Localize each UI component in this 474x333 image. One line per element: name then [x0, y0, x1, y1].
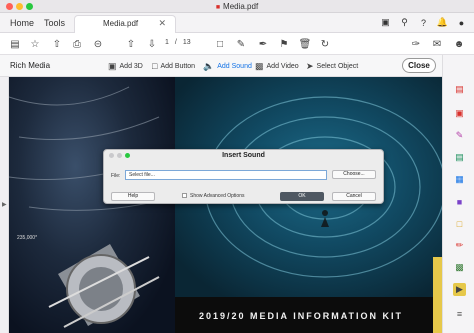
export-pdf-icon[interactable]: ▤	[453, 151, 466, 164]
cancel-button[interactable]: Cancel	[332, 192, 376, 201]
add-video-button[interactable]: ▩ Add Video	[255, 61, 299, 72]
expand-left-icon: ▶	[2, 202, 7, 208]
left-panel-toggle[interactable]: ▶	[0, 77, 9, 333]
dialog-title: Insert Sound	[222, 152, 265, 159]
help-button[interactable]: Help	[111, 192, 155, 201]
kit-banner: 2019/20 MEDIA INFORMATION KIT	[175, 297, 442, 333]
button-icon: □	[152, 61, 158, 71]
top-right-icons: ▣ ⚲ ? 🔔 ●	[379, 16, 468, 29]
kit-title: 2019/20 MEDIA INFORMATION KIT	[199, 311, 404, 321]
page-separator: /	[174, 39, 177, 46]
delete-icon[interactable]: 🗑	[298, 37, 312, 51]
add-sound-button[interactable]: 🔈 Add Sound	[203, 61, 252, 72]
tab-tools[interactable]: Tools	[44, 18, 65, 28]
highlight-icon[interactable]: ✎	[234, 37, 248, 51]
speaker-icon: 🔈	[203, 61, 215, 71]
cursor-icon: ➤	[306, 61, 314, 71]
tab-document-label: Media.pdf	[103, 19, 139, 28]
rich-media-tool-icon[interactable]: ▶	[453, 283, 466, 296]
fill-sign-icon[interactable]: ✏	[453, 239, 466, 252]
distance-label: 235,000*	[17, 235, 38, 241]
email-icon[interactable]: ✉	[430, 37, 444, 51]
add-3d-button[interactable]: ▣ Add 3D	[108, 61, 143, 72]
file-label: File:	[111, 173, 121, 179]
rotate-icon[interactable]: ↻	[318, 37, 332, 51]
select-object-button[interactable]: ➤ Select Object	[306, 61, 358, 72]
user-add-icon[interactable]: ☻	[452, 37, 466, 51]
sign-icon[interactable]: ✑	[409, 37, 423, 51]
bookmark-icon[interactable]: ☆	[28, 37, 42, 51]
page-up-icon[interactable]: ⇧	[124, 37, 138, 51]
stamp-icon[interactable]: ⚑	[277, 37, 291, 51]
close-tab-icon[interactable]: ✕	[158, 18, 166, 29]
add-button-button[interactable]: □ Add Button	[152, 61, 195, 71]
help-icon[interactable]: ?	[417, 16, 430, 29]
spacecraft-illustration	[9, 86, 176, 328]
scan-icon[interactable]: ▩	[453, 261, 466, 274]
create-pdf-icon[interactable]: ▤	[453, 83, 466, 96]
window-title: ■ Media.pdf	[215, 2, 259, 11]
page-down-icon[interactable]: ⇩	[145, 37, 159, 51]
earth-spacecraft-image: 235,000*	[9, 77, 176, 333]
main-toolbar: ▤ ☆ ⇧ ⎙ ⊝ ⇧ ⇩ 1 / 13 □ ✎ ✒ ⚑ 🗑 ↻ ✑ ✉ ☻	[0, 33, 474, 55]
more-tools-icon[interactable]: ≡	[453, 307, 466, 320]
page-accent-tab	[433, 257, 442, 333]
comment-tool-icon[interactable]: □	[453, 217, 466, 230]
window-titlebar: ■ Media.pdf	[0, 0, 474, 13]
share-icon[interactable]: ⚲	[398, 16, 411, 29]
film-icon: ▩	[255, 61, 264, 71]
combine-files-icon[interactable]: ▣	[453, 107, 466, 120]
zoom-out-icon[interactable]: ⊝	[91, 37, 105, 51]
cube-icon: ▣	[108, 61, 117, 71]
page-current[interactable]: 1	[165, 39, 169, 46]
page-indicator[interactable]: 1 / 13	[165, 39, 191, 46]
tab-document[interactable]: Media.pdf ✕	[74, 15, 176, 33]
insert-sound-dialog: Insert Sound File: Select file... Choose…	[103, 149, 384, 204]
upload-icon[interactable]: ⇧	[50, 37, 64, 51]
save-icon[interactable]: ▤	[8, 37, 22, 51]
document-canvas[interactable]: 235,000* 2019/20 MEDIA INFORMATION KIT	[9, 77, 442, 333]
file-field[interactable]: Select file...	[125, 170, 327, 180]
notifications-icon[interactable]: 🔔	[436, 16, 449, 29]
right-tool-rail: ▤ ▣ ✎ ▤ ▦ ■ □ ✏ ▩ ▶ ≡	[442, 55, 474, 333]
choose-button[interactable]: Choose...	[332, 170, 376, 179]
page-total: 13	[182, 39, 191, 46]
ok-button[interactable]: OK	[280, 192, 324, 201]
protect-icon[interactable]: ■	[453, 195, 466, 208]
close-button[interactable]: Close	[402, 58, 436, 73]
advanced-options-label: Show Advanced Options	[190, 193, 245, 199]
organize-pages-icon[interactable]: ▦	[453, 173, 466, 186]
tab-home[interactable]: Home	[10, 18, 34, 28]
tab-bar: Home Tools Media.pdf ✕ ▣ ⚲ ? 🔔 ●	[0, 13, 474, 33]
account-icon[interactable]: ●	[455, 16, 468, 29]
print-icon[interactable]: ⎙	[70, 37, 84, 51]
comment-icon[interactable]: □	[213, 37, 227, 51]
draw-icon[interactable]: ✒	[256, 37, 270, 51]
rich-media-title: Rich Media	[10, 61, 51, 70]
edit-pdf-icon[interactable]: ✎	[453, 129, 466, 142]
pdf-file-icon: ■	[215, 4, 221, 11]
advanced-options-checkbox[interactable]	[182, 193, 187, 198]
devices-icon[interactable]: ▣	[379, 16, 392, 29]
rich-media-toolbar: Rich Media ▣ Add 3D □ Add Button 🔈 Add Soun…	[0, 55, 442, 77]
